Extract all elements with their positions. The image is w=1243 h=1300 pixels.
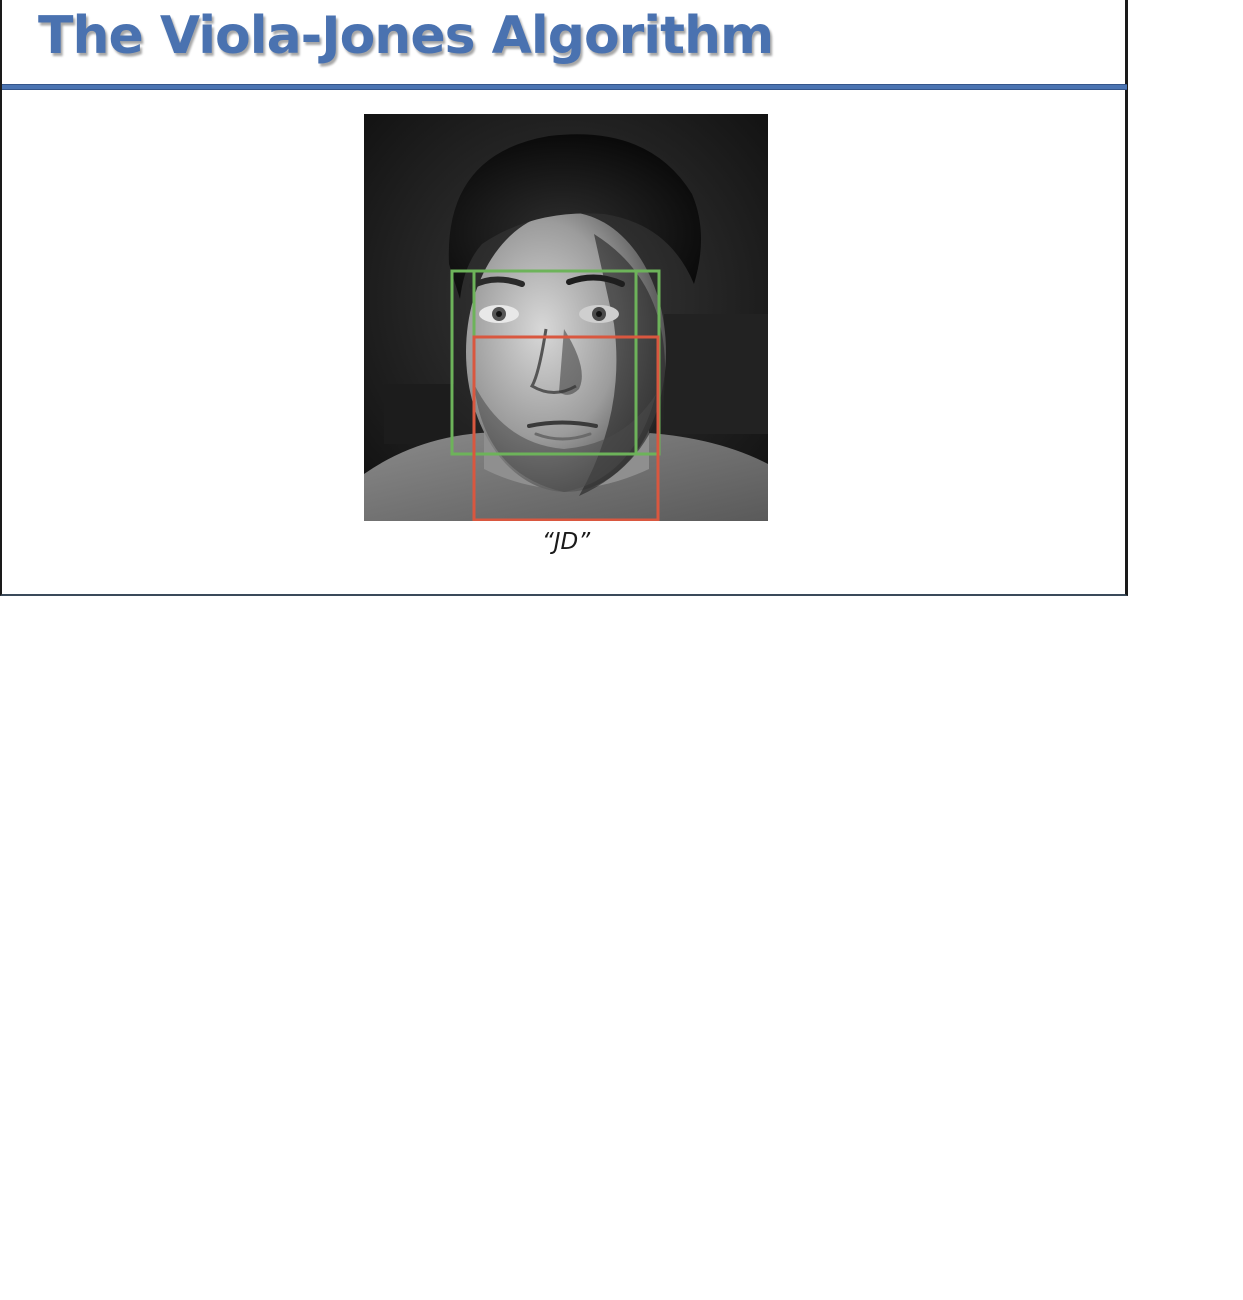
title-divider [2, 84, 1127, 90]
slide-title: The Viola-Jones Algorithm [38, 6, 774, 66]
face-photo-figure [364, 114, 768, 521]
face-photo [364, 114, 768, 521]
photo-caption: “JD” [541, 529, 591, 555]
slide: The Viola-Jones Algorithm “JD” [0, 0, 1128, 596]
